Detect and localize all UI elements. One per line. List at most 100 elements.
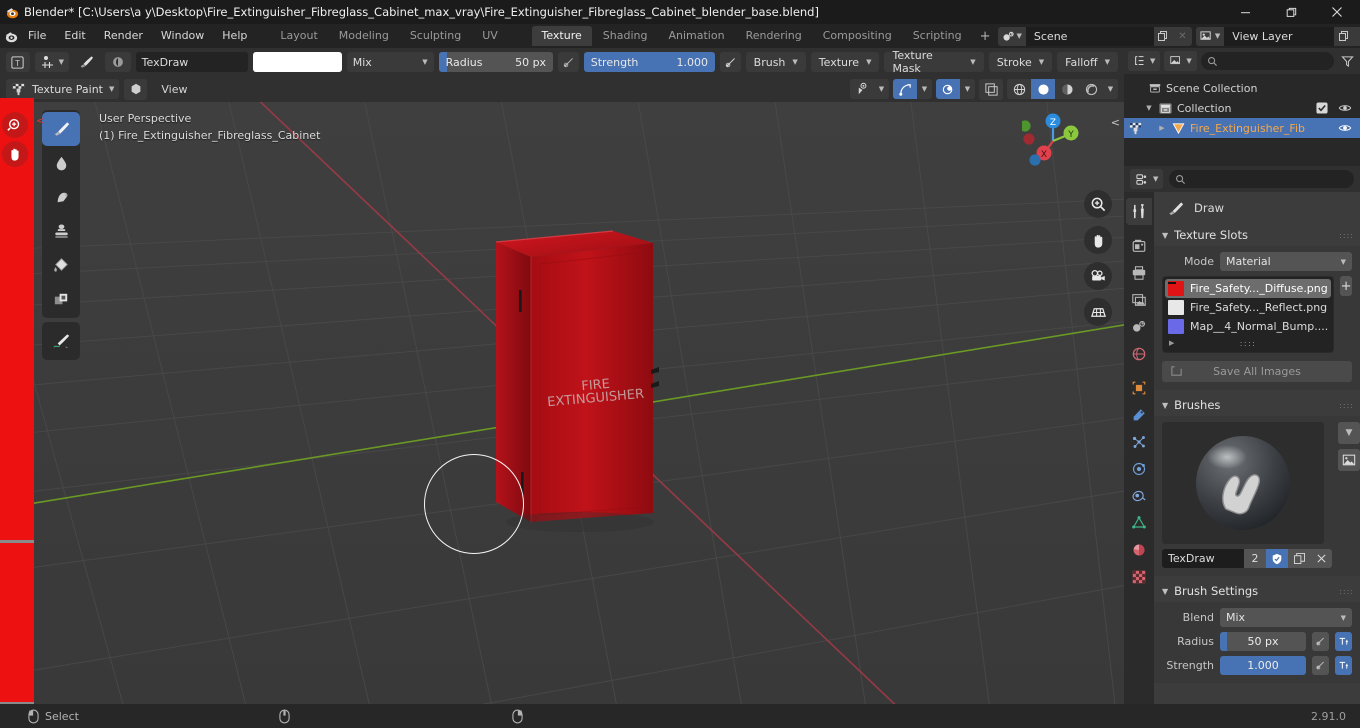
tool-fill[interactable] — [42, 248, 80, 282]
overlay-pan-icon[interactable] — [2, 141, 28, 167]
add-texture-slot-button[interactable]: + — [1340, 276, 1352, 296]
proportional-edit-icon[interactable] — [936, 79, 960, 99]
properties-tab-texture[interactable] — [1126, 563, 1152, 590]
close-button[interactable] — [1314, 0, 1360, 24]
snap-icon[interactable] — [893, 79, 917, 99]
properties-search-input[interactable] — [1169, 170, 1354, 188]
ortho-icon[interactable] — [1084, 298, 1112, 326]
brush-name-field[interactable]: TexDraw — [135, 52, 249, 72]
scene-selector[interactable]: ▼ Scene ✕ — [997, 26, 1192, 46]
properties-tab-scene[interactable] — [1126, 313, 1152, 340]
minimize-button[interactable] — [1222, 0, 1268, 24]
chevron-down-icon[interactable]: ▼ — [917, 79, 932, 99]
view-layer-name[interactable]: View Layer — [1224, 26, 1335, 46]
menu-help[interactable]: Help — [213, 26, 256, 46]
outliner-row-collection[interactable]: ▼ Collection — [1124, 98, 1360, 118]
workspace-tab-rendering[interactable]: Rendering — [736, 26, 812, 46]
texture-list-footer[interactable]: ▶ :::: — [1165, 336, 1331, 350]
texture-mask-menu[interactable]: Texture Mask ▼ — [884, 49, 984, 75]
brush-preview-thumbnail[interactable] — [1162, 422, 1324, 544]
3d-viewport[interactable]: FIRE EXTINGUISHER User Perspective (1) F… — [0, 102, 1124, 704]
strength-unit-toggle[interactable] — [1335, 656, 1352, 675]
texture-slot-item[interactable]: Map__4_Normal_Bump.... — [1165, 317, 1331, 336]
editor-type-button[interactable]: T — [6, 52, 30, 72]
workspace-tab-animation[interactable]: Animation — [658, 26, 734, 46]
strength-pressure-button[interactable] — [719, 52, 741, 72]
brushes-panel-header[interactable]: ▼ Brushes :::: — [1154, 394, 1360, 416]
color-swatch[interactable] — [253, 52, 342, 72]
blend-mode-dropdown[interactable]: Mix ▼ — [346, 52, 434, 72]
radius-pressure-toggle[interactable] — [1312, 632, 1329, 651]
brush-datablock-icon[interactable] — [104, 52, 131, 72]
strength-slider[interactable]: Strength 1.000 — [583, 52, 715, 72]
brush-preset-dropdown-button[interactable]: ▼ — [1338, 422, 1360, 444]
scene-name[interactable]: Scene — [1025, 26, 1154, 46]
maximize-button[interactable] — [1268, 0, 1314, 24]
camera-icon[interactable] — [1084, 262, 1112, 290]
view-layer-selector[interactable]: ▼ View Layer ✕ — [1195, 26, 1360, 46]
texture-slot-item[interactable]: Fire_Safety..._Diffuse.png — [1165, 279, 1332, 298]
workspace-tab-shading[interactable]: Shading — [593, 26, 658, 46]
properties-tab-data[interactable] — [1126, 509, 1152, 536]
outliner-row-scene-collection[interactable]: Scene Collection — [1124, 78, 1360, 98]
workspace-tab-scripting[interactable]: Scripting — [903, 26, 972, 46]
disclosure-triangle-icon[interactable]: ▼ — [1144, 104, 1154, 112]
navigation-gizmo[interactable]: Z Y X — [1022, 110, 1084, 172]
radius-unit-toggle[interactable] — [1335, 632, 1352, 651]
object-visibility-icon[interactable] — [850, 79, 874, 99]
properties-tab-particles[interactable] — [1126, 428, 1152, 455]
viewport-canvas[interactable]: FIRE EXTINGUISHER — [0, 102, 1124, 704]
view-layer-delete-button[interactable]: ✕ — [1353, 26, 1360, 46]
blender-menu-logo-icon[interactable] — [4, 24, 19, 48]
overlay-collapse-arrow-icon[interactable]: < — [36, 114, 45, 127]
add-workspace-button[interactable]: + — [973, 29, 998, 44]
stroke-menu[interactable]: Stroke ▼ — [988, 52, 1053, 72]
properties-tab-view-layer[interactable] — [1126, 286, 1152, 313]
tool-draw[interactable] — [42, 112, 80, 146]
properties-tab-output[interactable] — [1126, 259, 1152, 286]
properties-tab-world[interactable] — [1126, 340, 1152, 367]
tool-soften[interactable] — [42, 146, 80, 180]
duplicate-brush-copy-icon[interactable] — [1288, 549, 1310, 568]
scene-delete-button[interactable]: ✕ — [1172, 26, 1192, 46]
workspace-tab-texture-paint[interactable]: Texture Paint — [531, 26, 592, 62]
fake-user-shield-icon[interactable] — [1266, 549, 1288, 568]
tool-mask[interactable] — [42, 282, 80, 316]
brush-menu[interactable]: Brush ▼ — [745, 52, 806, 72]
view-layer-copy-button[interactable] — [1334, 26, 1354, 46]
xray-toggle-button[interactable] — [979, 78, 1003, 100]
collection-checkbox[interactable] — [1316, 102, 1328, 114]
texture-slots-panel-header[interactable]: ▼ Texture Slots :::: — [1154, 224, 1360, 246]
brush-settings-panel-header[interactable]: ▼ Brush Settings :::: — [1154, 580, 1360, 602]
tool-annotate[interactable] — [42, 324, 80, 358]
collection-visibility-eye-icon[interactable] — [1338, 101, 1352, 115]
object-visibility-eye-icon[interactable] — [1338, 121, 1352, 135]
workspace-tab-sculpting[interactable]: Sculpting — [400, 26, 471, 46]
workspace-tab-uv-editing[interactable]: UV Editing — [472, 26, 530, 62]
menu-render[interactable]: Render — [95, 26, 152, 46]
properties-tab-constraints[interactable] — [1126, 482, 1152, 509]
outliner-filter-icon[interactable] — [1338, 52, 1356, 70]
falloff-menu[interactable]: Falloff ▼ — [1057, 52, 1119, 72]
brush-tool-selector[interactable]: ▼ — [34, 52, 70, 72]
outliner-search-input[interactable] — [1200, 52, 1334, 70]
wireframe-shading-icon[interactable] — [1007, 79, 1031, 99]
strength-value-slider[interactable]: 1.000 — [1220, 656, 1306, 675]
texture-slot-item[interactable]: Fire_Safety..._Reflect.png — [1165, 298, 1331, 317]
radius-pressure-button[interactable] — [558, 52, 579, 72]
workspace-tab-layout[interactable]: Layout — [270, 26, 327, 46]
chevron-down-icon[interactable]: ▼ — [874, 79, 889, 99]
brush-name-field[interactable]: TexDraw — [1162, 549, 1244, 568]
strength-pressure-toggle[interactable] — [1312, 656, 1329, 675]
pan-icon[interactable] — [1084, 226, 1112, 254]
blend-dropdown[interactable]: Mix ▼ — [1220, 608, 1352, 627]
chevron-down-icon[interactable]: ▼ — [1103, 79, 1118, 99]
workspace-tab-compositing[interactable]: Compositing — [813, 26, 902, 46]
brush-users-count[interactable]: 2 — [1244, 549, 1266, 568]
menu-edit[interactable]: Edit — [55, 26, 94, 46]
overlay-zoom-icon[interactable] — [2, 112, 28, 138]
outliner-editor-type-button[interactable]: ▼ — [1128, 51, 1161, 71]
workspace-tab-modeling[interactable]: Modeling — [329, 26, 399, 46]
menu-file[interactable]: File — [19, 26, 55, 46]
pivot-point-button[interactable] — [124, 78, 148, 100]
